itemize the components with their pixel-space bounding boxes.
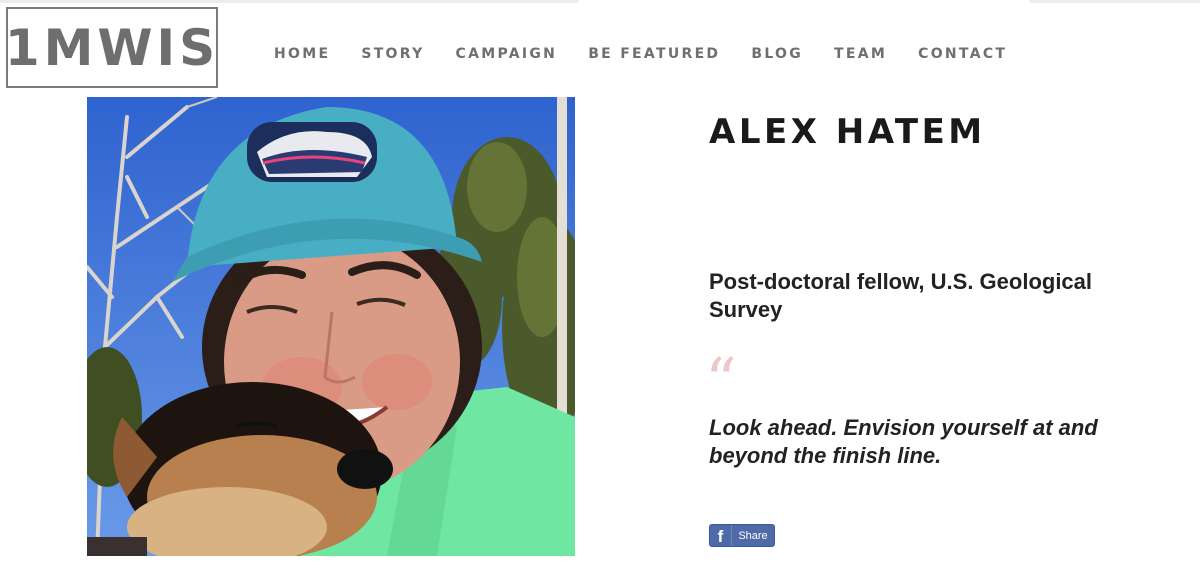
site-logo[interactable]: 1MWIS xyxy=(4,7,220,88)
page: 1MWIS HOME STORY CAMPAIGN BE FEATURED BL… xyxy=(0,0,1200,576)
nav-item-contact[interactable]: CONTACT xyxy=(918,46,1007,62)
profile-role: Post-doctoral fellow, U.S. Geological Su… xyxy=(709,269,1093,322)
facebook-glyph: f xyxy=(717,527,724,546)
logo-text: 1MWIS xyxy=(4,18,220,77)
profile-photo xyxy=(87,97,575,556)
nav-item-home[interactable]: HOME xyxy=(274,46,330,62)
facebook-share-button[interactable]: f Share xyxy=(709,524,775,547)
top-strip xyxy=(0,0,1200,3)
profile-name: ALEX HATEM xyxy=(709,112,986,152)
profile-photo-illustration xyxy=(87,97,575,556)
facebook-icon: f xyxy=(710,525,732,546)
nav-item-story[interactable]: STORY xyxy=(361,46,424,62)
nav-item-be-featured[interactable]: BE FEATURED xyxy=(588,46,720,62)
quote-mark-icon: “ xyxy=(705,344,737,417)
nav-item-blog[interactable]: BLOG xyxy=(751,46,803,62)
share-label: Share xyxy=(738,529,768,542)
nav-item-campaign[interactable]: CAMPAIGN xyxy=(456,46,558,62)
profile-quote: Look ahead. Envision yourself at and bey… xyxy=(709,415,1098,468)
main-nav: HOME STORY CAMPAIGN BE FEATURED BLOG TEA… xyxy=(274,44,1038,64)
nav-item-team[interactable]: TEAM xyxy=(834,46,887,62)
